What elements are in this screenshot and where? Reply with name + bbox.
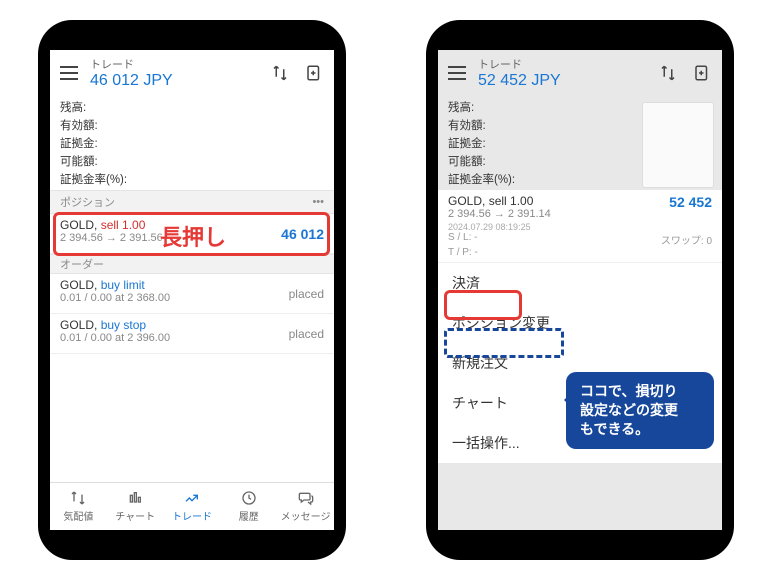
position-detail[interactable]: GOLD, sell 1.00 52 452 2 394.56 → 2 391.… [438,190,722,263]
phone-right: トレード 52 452 JPY 残高: 有効額: 証拠金: 可能額: 証拠金率(… [426,20,734,560]
highlight-close [444,290,522,320]
order-side: buy stop [101,318,146,332]
hamburger-icon[interactable] [60,66,78,80]
header-title-wrap: トレード 52 452 JPY [478,56,658,90]
position-side: sell 1.00 [489,194,534,208]
callout-longpress: 長押し [160,220,226,252]
header: トレード 52 452 JPY [438,50,722,96]
hamburger-icon[interactable] [448,66,466,80]
tooltip-modify: ココで、損切り 設定などの変更 もできる。 [566,372,714,449]
order-symbol: GOLD, [60,318,97,332]
header-title: トレード [90,56,270,72]
tp-value: - [475,247,478,258]
nav-chart[interactable]: チャート [107,483,164,530]
order-status: placed [289,327,324,341]
sl-label: S / L: [448,232,471,243]
more-icon[interactable]: ••• [312,196,324,208]
account-summary: 残高: 有効額: 証拠金: 可能額: 証拠金率(%): [50,96,334,190]
position-pnl: 52 452 [669,194,712,210]
header-title: トレード [478,56,658,72]
positions-label: ポジション [60,194,115,210]
sort-icon[interactable] [270,63,290,83]
header: トレード 46 012 JPY [50,50,334,96]
sort-icon[interactable] [658,63,678,83]
orders-header: オーダー [50,254,334,274]
header-amount: 52 452 JPY [478,72,658,90]
nav-label: チャート [115,508,155,523]
positions-header: ポジション ••• [50,190,334,214]
position-time: 2024.07.29 08:19:25 [448,222,712,232]
order-row[interactable]: GOLD, buy limit 0.01 / 0.00 at 2 368.00 … [50,274,334,314]
nav-label: メッセージ [281,508,331,523]
header-title-wrap: トレード 46 012 JPY [90,56,270,90]
summary-level: 証拠金率(%): [60,170,324,188]
header-amount: 46 012 JPY [90,72,270,90]
nav-quotes[interactable]: 気配値 [50,483,107,530]
nav-label: 履歴 [239,508,259,523]
order-detail: 0.01 / 0.00 at 2 396.00 [60,332,324,344]
new-order-icon[interactable] [304,63,324,83]
summary-balance: 残高: [60,98,324,116]
order-symbol: GOLD, [60,278,97,292]
swap-value: 0 [706,236,712,247]
new-order-icon[interactable] [692,63,712,83]
position-symbol: GOLD, [448,194,485,208]
screen-left: トレード 46 012 JPY 残高: 有効額: 証拠金: 可能額: 証拠金率(… [50,50,334,530]
nav-messages[interactable]: メッセージ [277,483,334,530]
sl-value: - [474,232,477,243]
summary-free: 可能額: [60,152,324,170]
highlight-modify [444,328,564,358]
thumbnail-placeholder [642,102,714,188]
nav-label: トレード [172,508,212,523]
summary-equity: 有効額: [60,116,324,134]
bottom-nav: 気配値 チャート トレード 履歴 メッセージ [50,482,334,530]
summary-margin: 証拠金: [60,134,324,152]
nav-history[interactable]: 履歴 [220,483,277,530]
orders-label: オーダー [60,256,104,272]
swap-label: スワップ: [661,236,704,247]
nav-label: 気配値 [63,508,93,523]
screen-right: トレード 52 452 JPY 残高: 有効額: 証拠金: 可能額: 証拠金率(… [438,50,722,530]
phone-left: トレード 46 012 JPY 残高: 有効額: 証拠金: 可能額: 証拠金率(… [38,20,346,560]
order-status: placed [289,287,324,301]
order-row[interactable]: GOLD, buy stop 0.01 / 0.00 at 2 396.00 p… [50,314,334,354]
order-detail: 0.01 / 0.00 at 2 368.00 [60,292,324,304]
tp-label: T / P: [448,247,472,258]
order-side: buy limit [101,278,145,292]
nav-trade[interactable]: トレード [164,483,221,530]
